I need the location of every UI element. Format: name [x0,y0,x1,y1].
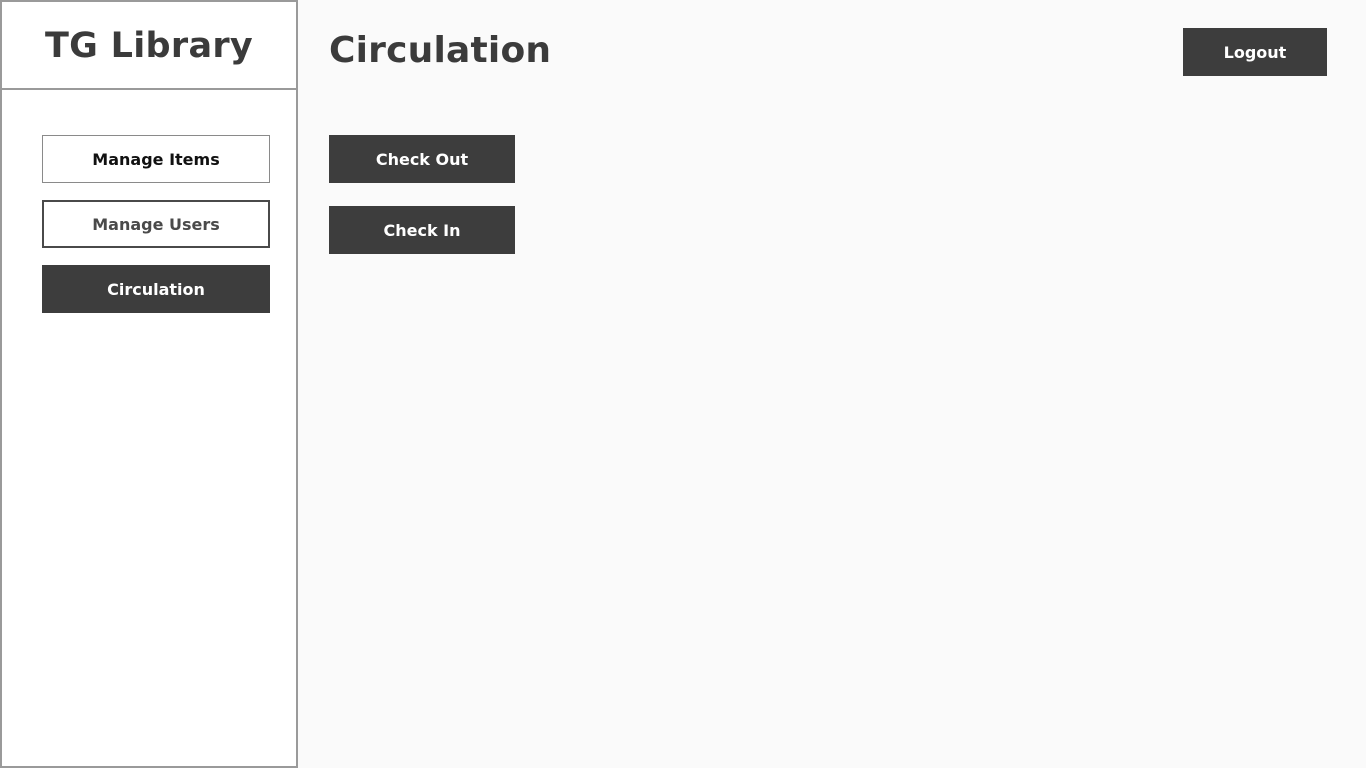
sidebar-item-circulation[interactable]: Circulation [42,265,270,313]
check-in-button-label: Check In [383,220,461,240]
sidebar-item-manage-users[interactable]: Manage Users [42,200,270,248]
sidebar-nav: Manage Items Manage Users Circulation [42,135,270,330]
check-out-button-label: Check Out [375,149,469,169]
sidebar-item-manage-items[interactable]: Manage Items [42,135,270,183]
brand-title: TG Library [44,26,254,66]
check-out-button[interactable]: Check Out [329,135,515,183]
sidebar-item-label: Manage Users [92,214,220,234]
logout-button-label: Logout [1223,42,1287,62]
page-title: Circulation [329,30,552,71]
app-window: TG Library Manage Items Manage Users Cir… [0,0,1366,768]
sidebar-item-label: Manage Items [92,149,220,169]
brand-header: TG Library [2,2,296,90]
sidebar-item-label: Circulation [107,279,205,299]
logout-button[interactable]: Logout [1183,28,1327,76]
check-in-button[interactable]: Check In [329,206,515,254]
sidebar: TG Library Manage Items Manage Users Cir… [0,0,298,768]
